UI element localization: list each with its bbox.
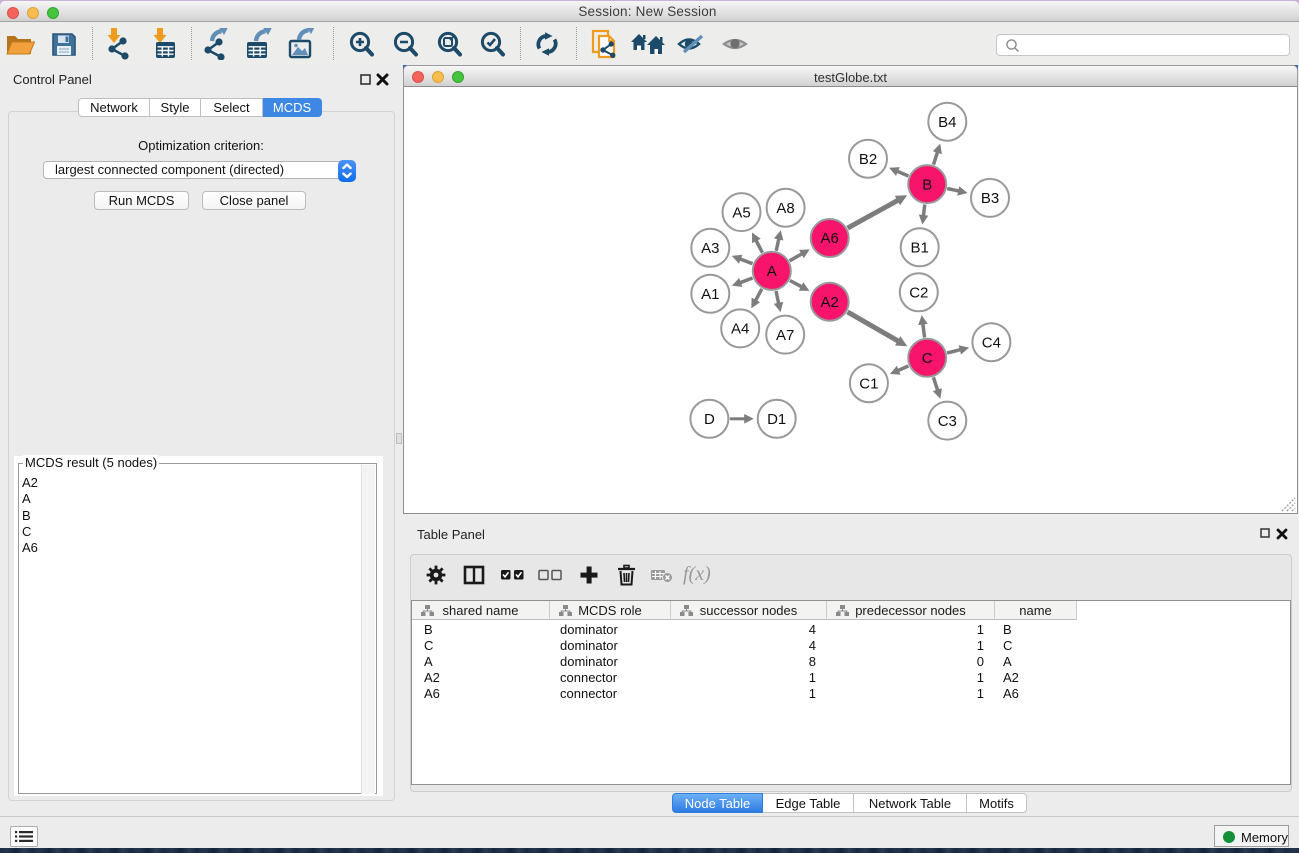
svg-text:D1: D1 [767,411,786,428]
svg-text:C3: C3 [938,413,957,430]
svg-text:B2: B2 [859,151,877,168]
svg-text:C2: C2 [909,285,928,302]
svg-text:A7: A7 [776,327,794,344]
svg-text:C4: C4 [982,334,1001,351]
svg-text:C1: C1 [859,375,878,392]
svg-text:A4: A4 [731,321,749,338]
svg-text:B: B [922,176,932,193]
svg-text:D: D [704,411,715,428]
svg-text:A: A [767,263,777,280]
svg-text:A8: A8 [776,200,794,217]
svg-text:C: C [922,350,933,367]
svg-text:A2: A2 [821,294,839,311]
svg-text:B3: B3 [981,190,999,207]
svg-text:B4: B4 [938,114,956,131]
svg-text:B1: B1 [911,240,929,257]
svg-text:A6: A6 [821,230,839,247]
svg-text:A5: A5 [732,204,750,221]
svg-text:A3: A3 [701,240,719,257]
svg-text:A1: A1 [701,286,719,303]
